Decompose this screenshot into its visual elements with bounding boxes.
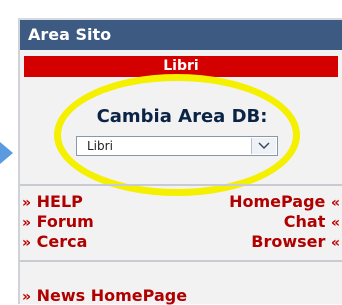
cerca-link[interactable]: » Cerca bbox=[22, 232, 87, 251]
forum-link[interactable]: » Forum bbox=[22, 212, 94, 231]
homepage-link[interactable]: HomePage « bbox=[229, 192, 340, 211]
arrow-right-icon bbox=[0, 142, 13, 164]
link-row-cerca: » Cerca Browser « bbox=[22, 232, 342, 252]
help-link[interactable]: » HELP bbox=[22, 192, 83, 211]
area-db-select[interactable]: Libri bbox=[76, 136, 278, 156]
highlight-ring bbox=[54, 74, 300, 196]
chevron-down-icon[interactable] bbox=[251, 138, 276, 154]
current-area-label: Libri bbox=[24, 56, 338, 77]
divider bbox=[20, 184, 342, 186]
news-homepage-link[interactable]: » News HomePage bbox=[22, 286, 187, 305]
browser-link[interactable]: Browser « bbox=[251, 232, 340, 251]
area-sito-panel: Area Sito Libri Cambia Area DB: Libri » … bbox=[18, 18, 342, 305]
link-row-help: » HELP HomePage « bbox=[22, 192, 342, 212]
chat-link[interactable]: Chat « bbox=[284, 212, 340, 231]
divider bbox=[20, 260, 342, 262]
area-db-label: Cambia Area DB: bbox=[96, 106, 268, 127]
panel-title: Area Sito bbox=[20, 20, 342, 50]
link-row-forum: » Forum Chat « bbox=[22, 212, 342, 232]
area-db-select-value: Libri bbox=[87, 139, 113, 153]
